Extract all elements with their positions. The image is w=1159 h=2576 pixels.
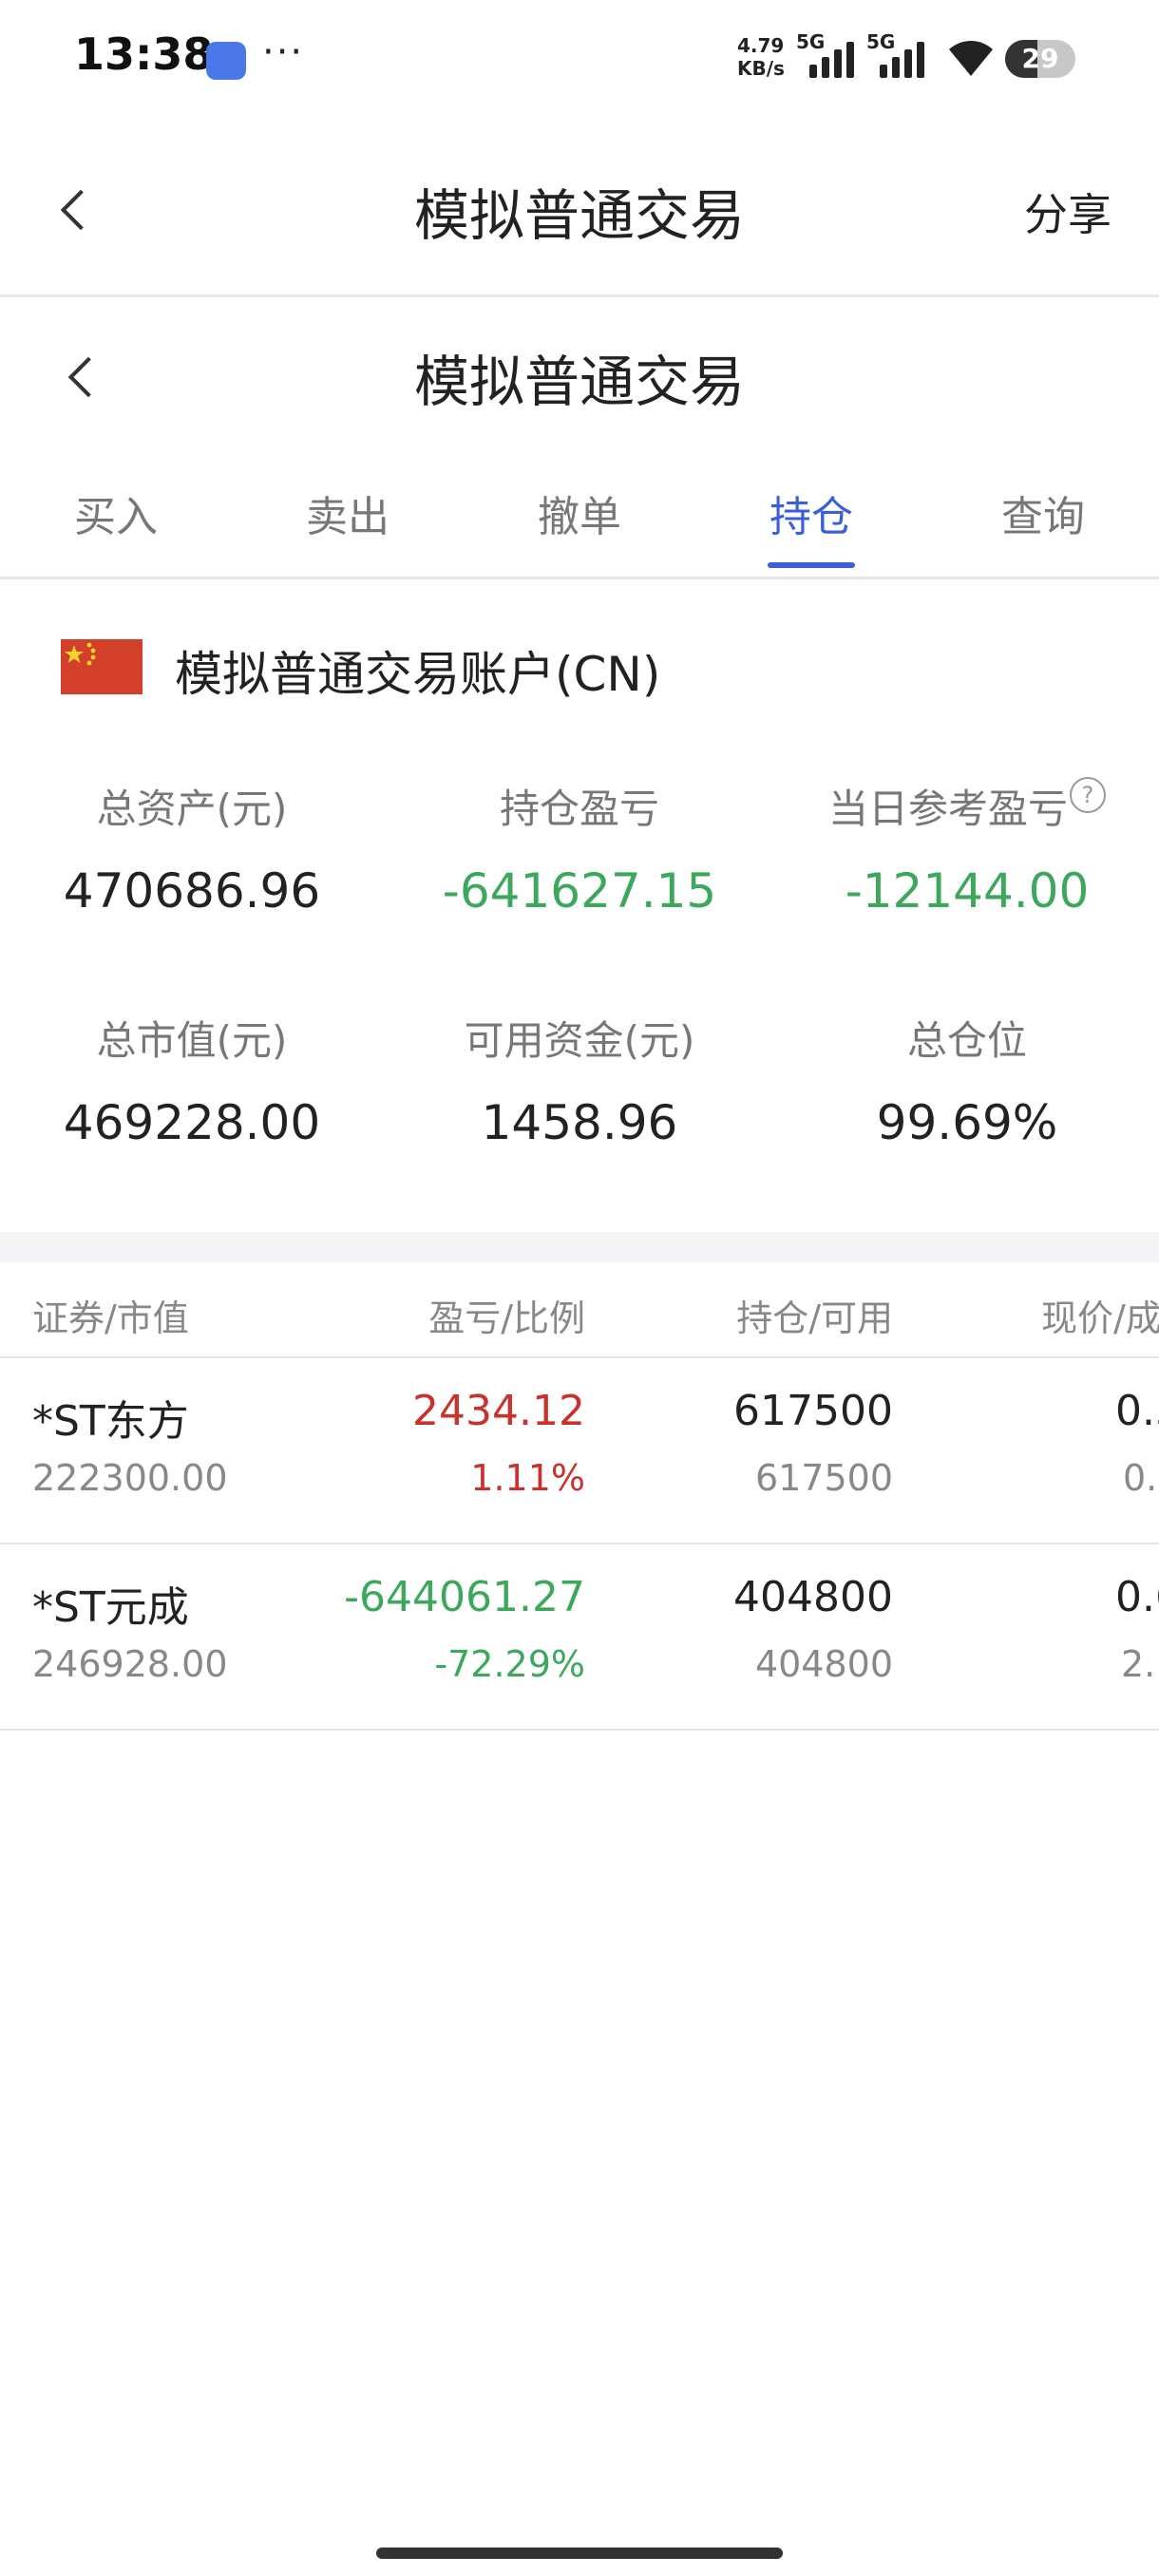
share-button[interactable]: 分享	[1024, 180, 1112, 243]
cost-price: 2.	[1121, 1643, 1156, 1685]
wifi-icon	[945, 36, 997, 82]
table-row[interactable]: *ST元成 246928.00 -644061.27 -72.29% 40480…	[0, 1544, 1159, 1729]
stat-value: -12144.00	[845, 863, 1090, 919]
stat-value: 470686.96	[63, 863, 321, 919]
trade-tabs: 买入 卖出 撤单 持仓 查询	[0, 475, 1159, 579]
battery-icon: 29	[1005, 40, 1075, 78]
stat-label: 总资产(元)	[96, 786, 288, 832]
table-row[interactable]: *ST东方 222300.00 2434.12 1.11% 617500 617…	[0, 1358, 1159, 1543]
status-time: 13:38	[74, 28, 214, 80]
position-qty: 404800	[733, 1573, 893, 1621]
help-icon[interactable]: ?	[1070, 777, 1106, 813]
stat-label: 可用资金(元)	[464, 1017, 695, 1064]
header-divider	[0, 294, 1159, 297]
network-speed: 4.79 KB/s	[737, 34, 785, 80]
current-price: 0.3	[1115, 1387, 1159, 1435]
section-separator	[0, 1232, 1159, 1262]
tab-buy[interactable]: 买入	[0, 475, 232, 579]
stat-label: 持仓盈亏	[499, 786, 659, 832]
stat-label: 总仓位	[906, 1017, 1027, 1064]
outer-page-title: 模拟普通交易	[413, 183, 745, 248]
current-price: 0.6	[1115, 1573, 1159, 1621]
tab-positions[interactable]: 持仓	[695, 475, 927, 579]
stat-value: 1458.96	[481, 1095, 678, 1150]
stat-value: -641627.15	[442, 863, 717, 919]
available-qty: 404800	[754, 1643, 893, 1685]
active-tab-indicator	[768, 562, 855, 568]
stat-value: 469228.00	[63, 1095, 321, 1150]
tabs-divider	[0, 577, 1159, 579]
row-divider	[0, 1729, 1159, 1731]
stat-total-position-ratio: 总仓位 99.69%	[777, 1009, 1157, 1150]
available-qty: 617500	[754, 1457, 893, 1499]
col-header-price[interactable]: 现价/成	[1041, 1289, 1159, 1341]
stat-value: 99.69%	[876, 1095, 1058, 1150]
stat-total-market-value: 总市值(元) 469228.00	[2, 1009, 382, 1150]
col-header-position: 持仓/可用	[736, 1297, 893, 1339]
tab-cancel-order[interactable]: 撤单	[464, 475, 695, 579]
more-notifications-icon: ···	[262, 30, 305, 74]
cost-price: 0.	[1123, 1457, 1158, 1499]
china-flag-icon	[61, 639, 142, 694]
home-indicator[interactable]	[376, 2548, 783, 2559]
position-qty: 617500	[733, 1387, 893, 1435]
stat-label: 当日参考盈亏	[827, 786, 1068, 832]
inner-page-title: 模拟普通交易	[413, 350, 745, 414]
stat-available-funds: 可用资金(元) 1458.96	[390, 1009, 770, 1150]
stat-position-pnl: 持仓盈亏 -641627.15	[390, 777, 770, 919]
net-speed-unit: KB/s	[737, 57, 785, 80]
account-name: 模拟普通交易账户(CN)	[175, 647, 661, 702]
stat-daily-pnl: 当日参考盈亏? -12144.00	[777, 777, 1157, 919]
net-speed-value: 4.79	[737, 34, 785, 57]
tab-query[interactable]: 查询	[927, 475, 1159, 579]
battery-level: 29	[1021, 43, 1059, 74]
stat-total-assets: 总资产(元) 470686.96	[2, 777, 382, 919]
stat-label: 总市值(元)	[96, 1017, 288, 1064]
tab-sell[interactable]: 卖出	[232, 475, 464, 579]
notification-app-icon	[206, 42, 246, 80]
